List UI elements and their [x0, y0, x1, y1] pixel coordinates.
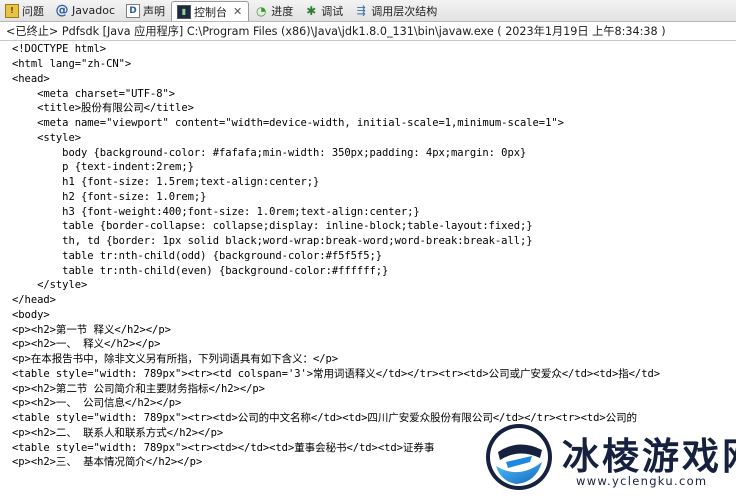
console-line: <meta name="viewport" content="width=dev… [12, 117, 564, 129]
tab-label: 问题 [22, 4, 44, 18]
tab-label: 调试 [321, 4, 344, 18]
console-line: <table style="width: 789px"><tr><td cols… [12, 368, 661, 380]
call-hierarchy-icon: ⇶ [356, 3, 366, 17]
tab-javadoc[interactable]: @ Javadoc [50, 0, 121, 21]
console-line: <style> [12, 132, 81, 144]
tab-declaration[interactable]: D 声明 [121, 0, 171, 21]
console-line: <!DOCTYPE html> [12, 43, 107, 55]
console-line: <p><h2>二、 联系人和联系方式</h2></p> [12, 427, 224, 439]
console-line: <title>股份有限公司</title> [12, 102, 194, 114]
console-line: <meta charset="UTF-8"> [12, 88, 176, 100]
console-line: th, td {border: 1px solid black;word-wra… [12, 235, 533, 247]
console-line: h3 {font-weight:400;font-size: 1.0rem;te… [12, 206, 420, 218]
javadoc-icon: @ [55, 2, 69, 18]
tab-progress[interactable]: ◔ 进度 [249, 0, 299, 21]
tab-label: 声明 [143, 4, 165, 18]
problems-icon: ! [5, 3, 19, 18]
progress-icon: ◔ [255, 3, 267, 18]
tab-label: 调用层次结构 [371, 4, 438, 18]
tab-problems[interactable]: ! 问题 [0, 0, 50, 21]
tab-call-hierarchy[interactable]: ⇶ 调用层次结构 [349, 0, 443, 21]
console-line: <p><h2>一、 释义</h2></p> [12, 338, 161, 350]
console-line: </style> [12, 279, 88, 291]
console-line: <table style="width: 789px"><tr><td></td… [12, 442, 435, 454]
tab-label: 进度 [271, 4, 294, 18]
console-line: </head> [12, 294, 56, 306]
console-line: <p>在本报告书中，除非文义另有所指，下列词语具有如下含义：</p> [12, 353, 339, 365]
console-line: <head> [12, 73, 50, 85]
console-icon: ▮ [177, 4, 191, 19]
console-line: <html lang="zh-CN"> [12, 58, 132, 70]
close-icon[interactable]: ✕ [233, 5, 242, 18]
console-output[interactable]: <!DOCTYPE html> <html lang="zh-CN"> <hea… [0, 41, 736, 500]
tab-console[interactable]: ▮ 控制台 ✕ [171, 1, 250, 21]
view-tab-bar: ! 问题 @ Javadoc D 声明 ▮ 控制台 ✕ ◔ 进度 ✱ 调试 ⇶ … [0, 0, 736, 22]
tab-label: Javadoc [72, 4, 115, 17]
console-line: p {text-indent:2rem;} [12, 161, 194, 173]
console-line: <p><h2>第二节 公司简介和主要财务指标</h2></p> [12, 383, 265, 395]
console-line: table tr:nth-child(odd) {background-colo… [12, 250, 383, 262]
tab-label: 控制台 [194, 5, 227, 19]
console-launch-description: <已终止> Pdfsdk [Java 应用程序] C:\Program File… [0, 22, 736, 41]
console-line: <body> [12, 309, 50, 321]
console-line: h1 {font-size: 1.5rem;text-align:center;… [12, 176, 320, 188]
console-line: table tr:nth-child(even) {background-col… [12, 265, 389, 277]
console-line: <p><h2>一、 公司信息</h2></p> [12, 397, 182, 409]
console-line: h2 {font-size: 1.0rem;} [12, 191, 207, 203]
console-line: <table style="width: 789px"><tr><td>公司的中… [12, 412, 638, 424]
debug-icon: ✱ [306, 3, 317, 18]
console-line: table {border-collapse: collapse;display… [12, 220, 533, 232]
tab-debug[interactable]: ✱ 调试 [299, 0, 349, 21]
console-line: body {background-color: #fafafa;min-widt… [12, 147, 527, 159]
console-line: <p><h2>三、 基本情况简介</h2></p> [12, 456, 203, 468]
console-line: <p><h2>第一节 释义</h2></p> [12, 324, 171, 336]
declaration-icon: D [126, 3, 140, 18]
